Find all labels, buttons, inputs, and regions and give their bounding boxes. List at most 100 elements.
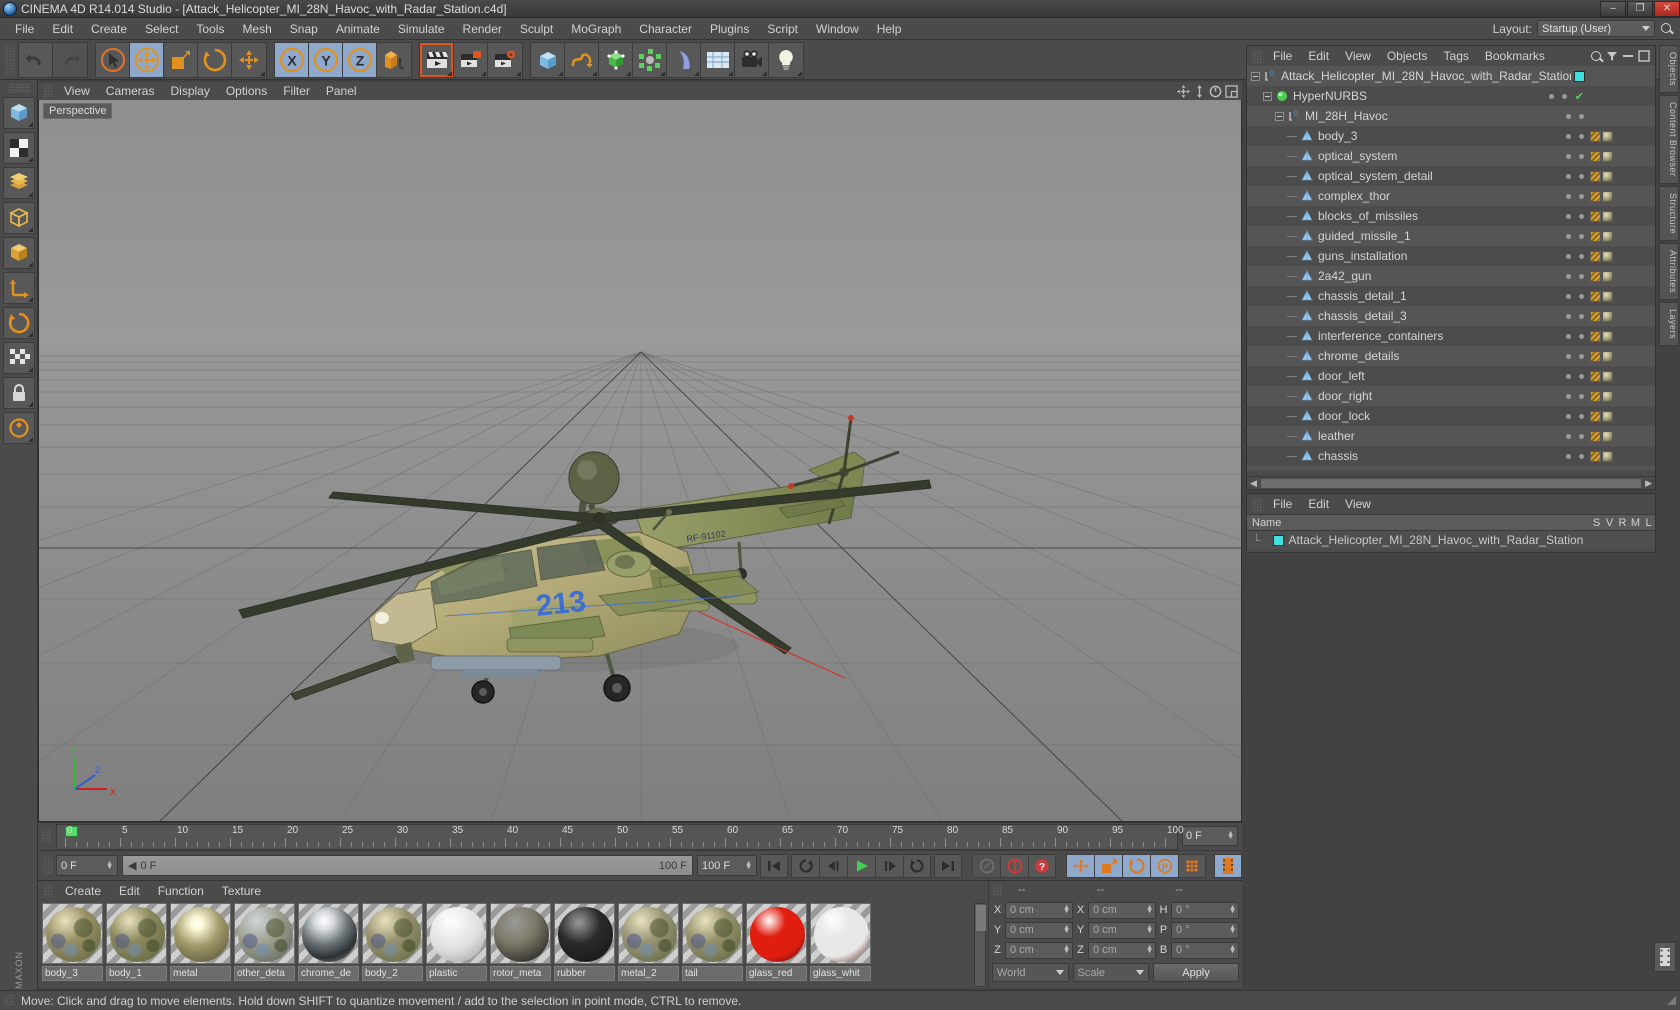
apply-button[interactable]: Apply [1153,963,1239,982]
visibility-editor-dot[interactable] [1566,413,1571,419]
object-tree-row[interactable]: chassis [1247,446,1655,466]
visibility-render-dot[interactable] [1579,453,1584,459]
object-layer-swatch[interactable] [1574,70,1585,82]
polygon-mode-icon[interactable] [2,237,35,269]
menu-render[interactable]: Render [454,20,511,38]
material-item[interactable]: rubber [554,903,615,986]
object-tree-row[interactable]: chassis_detail_1 [1247,286,1655,306]
texture-tag-icon[interactable] [1590,430,1601,442]
transport-grip[interactable] [43,856,53,875]
texture-tag-icon[interactable] [1590,410,1601,422]
minimize-button[interactable]: – [1600,0,1626,17]
object-tree-row[interactable]: interference_containers [1247,326,1655,346]
material-preview[interactable] [362,903,423,964]
object-tree-row[interactable]: chassis_detail_2 [1247,466,1655,470]
visibility-editor-dot[interactable] [1566,453,1571,459]
object-tree-row[interactable]: door_left [1247,366,1655,386]
polygon-object-icon[interactable] [1300,249,1314,263]
polygon-object-icon[interactable] [1300,389,1314,403]
play-icon[interactable] [847,853,875,878]
record-active-objects-icon[interactable] [972,853,1000,878]
texture-mode-icon[interactable] [2,132,35,164]
object-tree-row[interactable]: 0 Attack_Helicopter_MI_28N_Havoc_with_Rad… [1247,66,1655,86]
material-preview[interactable] [682,903,743,964]
material-preview[interactable] [234,903,295,964]
layer-color-swatch[interactable] [1272,534,1284,546]
rotation-key-icon[interactable] [1122,853,1150,878]
visibility-editor-dot[interactable] [1566,133,1571,139]
cube-icon[interactable] [531,42,565,77]
material-menu-texture[interactable]: Texture [213,883,270,899]
polygon-object-icon[interactable] [1300,209,1314,223]
menu-select[interactable]: Select [136,20,187,38]
material-item[interactable]: body_3 [42,903,103,986]
edge-tab-layers[interactable]: Layers [1659,301,1679,346]
visibility-render-dot[interactable] [1579,413,1584,419]
timeline-icon[interactable] [1214,853,1242,878]
scale-key-icon[interactable] [1094,853,1122,878]
visibility-render-dot[interactable] [1579,193,1584,199]
menu-tools[interactable]: Tools [187,20,233,38]
axis-z-icon[interactable]: Z [343,42,377,77]
polygon-object-icon[interactable] [1300,449,1314,463]
layer-row[interactable]: └ Attack_Helicopter_MI_28N_Havoc_with_Ra… [1247,531,1655,549]
object-tree[interactable]: 0 Attack_Helicopter_MI_28N_Havoc_with_Rad… [1247,66,1655,470]
material-item[interactable]: metal [170,903,231,986]
polygon-object-icon[interactable] [1300,369,1314,383]
status-grip[interactable] [4,995,14,1006]
move-view-icon[interactable] [1177,84,1190,98]
spinner-icon[interactable]: ▲ ▼ [1063,924,1070,935]
filter-icon[interactable] [1606,50,1618,62]
range-left-handle-icon[interactable]: ◀ [128,859,136,872]
object-tree-row[interactable]: chrome_details [1247,346,1655,366]
texture-tag-icon[interactable] [1602,170,1613,182]
polygon-object-icon[interactable] [1300,149,1314,163]
keyframe-selection-icon[interactable]: ? [1028,853,1056,878]
texture-tag-icon[interactable] [1602,250,1613,262]
object-tree-row[interactable]: door_right [1247,386,1655,406]
layout-select[interactable]: Startup (User) [1537,20,1655,37]
polygon-object-icon[interactable] [1300,269,1314,283]
visibility-editor-dot[interactable] [1566,233,1571,239]
viewport-3d[interactable]: Perspective 213 RF-91102 Y X Z [38,100,1242,822]
viewport-menu-display[interactable]: Display [162,83,217,99]
parameter-key-icon[interactable]: P [1150,853,1178,878]
visibility-render-dot[interactable] [1579,353,1584,359]
texture-tag-icon[interactable] [1590,210,1601,222]
visibility-render-dot[interactable] [1561,93,1567,99]
material-item[interactable]: tail [682,903,743,986]
object-manager-grip[interactable] [1252,49,1262,63]
visibility-editor-dot[interactable] [1566,333,1571,339]
go-to-start-icon[interactable] [760,853,788,878]
autokeying-icon[interactable] [1000,853,1028,878]
material-grip[interactable] [43,884,53,897]
close-button[interactable]: ✕ [1654,0,1680,17]
menu-simulate[interactable]: Simulate [389,20,454,38]
render-region-icon[interactable] [454,42,488,77]
minus-icon[interactable] [1622,50,1634,62]
visibility-editor-dot[interactable] [1566,313,1571,319]
polygon-object-icon[interactable] [1300,349,1314,363]
menu-help[interactable]: Help [868,20,911,38]
viewport-menu-panel[interactable]: Panel [318,83,365,99]
spinner-icon[interactable]: ▲ ▼ [1063,904,1070,915]
object-tree-row[interactable]: leather [1247,426,1655,446]
texture-tag-icon[interactable] [1590,230,1601,242]
visibility-editor-dot[interactable] [1548,93,1554,99]
step-forward-icon[interactable] [875,853,903,878]
objmgr-menu-edit[interactable]: Edit [1300,48,1337,64]
visibility-editor-dot[interactable] [1566,353,1571,359]
coord-input-size-y[interactable]: 0 cm ▲ ▼ [1088,921,1156,939]
resize-grip-icon[interactable] [1666,995,1677,1006]
object-tree-row[interactable]: HyperNURBS ✔ [1247,86,1655,106]
point-level-anim-icon[interactable] [1178,853,1206,878]
texture-tag-icon[interactable] [1602,210,1613,222]
coord-input-rot-h[interactable]: 0 ° ▲ ▼ [1171,901,1239,919]
texture-tag-icon[interactable] [1602,310,1613,322]
spinner-icon[interactable]: ▲ ▼ [1063,944,1070,955]
visibility-editor-dot[interactable] [1566,153,1571,159]
material-preview[interactable] [554,903,615,964]
layermgr-menu-edit[interactable]: Edit [1300,496,1337,512]
menu-mograph[interactable]: MoGraph [562,20,630,38]
redo-icon[interactable] [53,42,87,77]
